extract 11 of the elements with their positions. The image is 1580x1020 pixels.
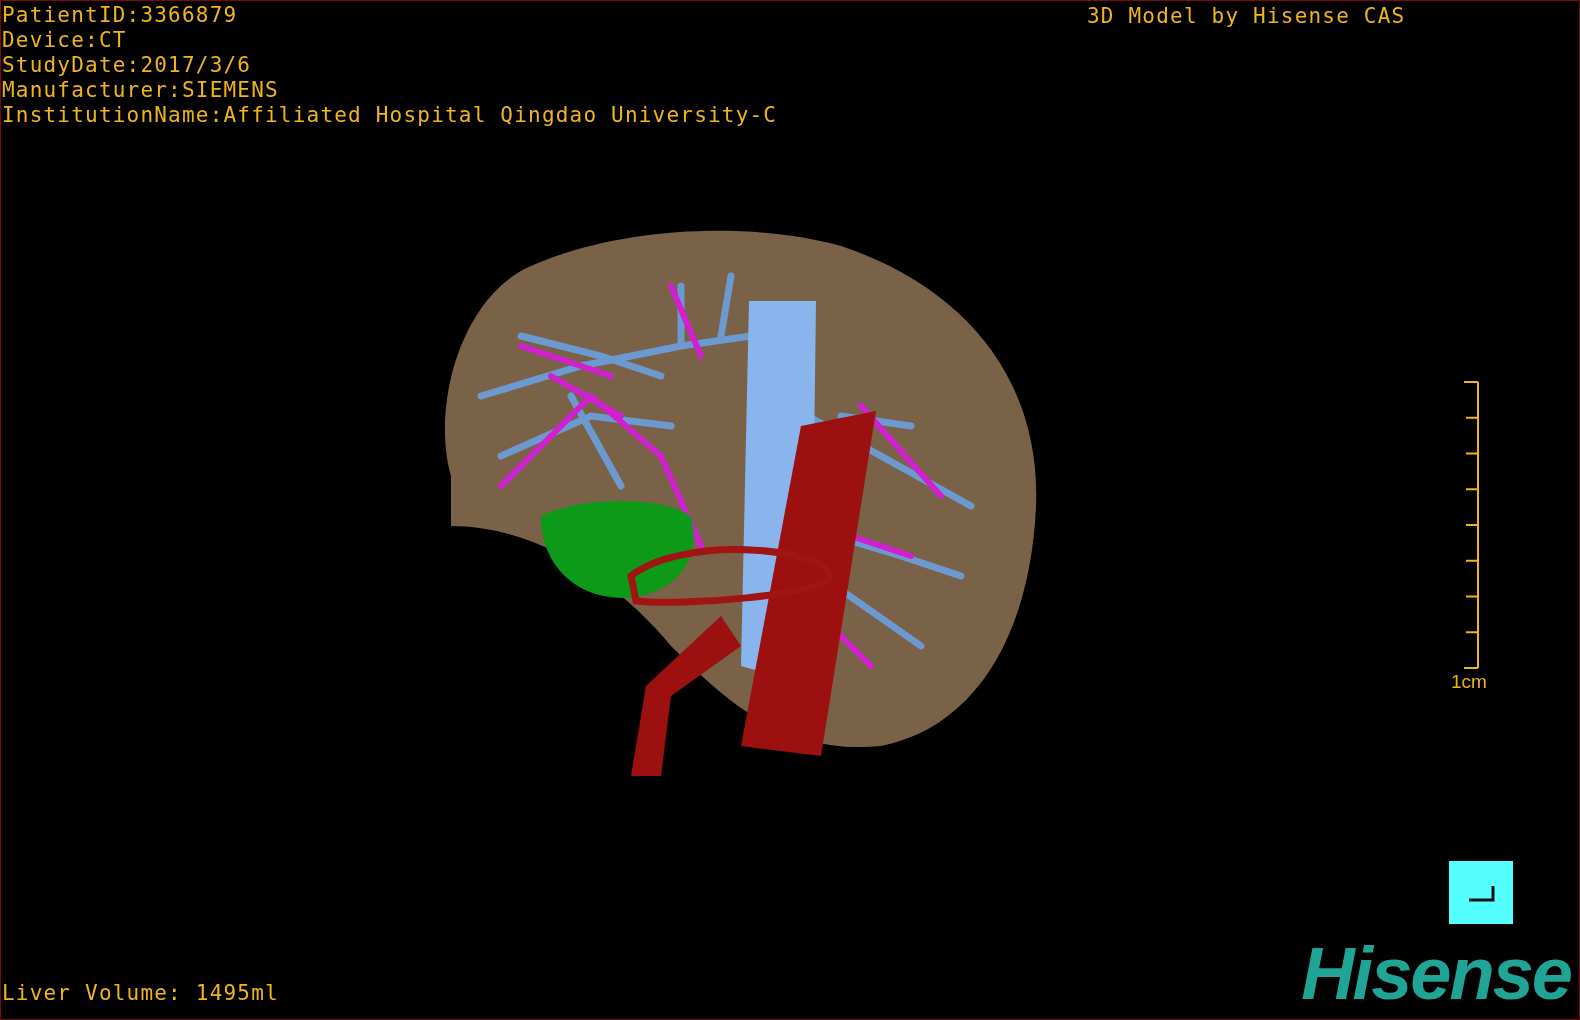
liver-volume-text: Liver Volume: 1495ml — [2, 981, 279, 1005]
scale-ruler-icon — [1462, 381, 1479, 671]
study-info-text: PatientID:3366879 — [2, 3, 239, 28]
study-info-text: InstitutionName:Affiliated Hospital Qingdao University-C — [2, 103, 778, 128]
credit-text: 3D Model by Hisense CAS — [1087, 4, 1406, 28]
logo-text: Hisense — [1301, 937, 1572, 1011]
study-info-text: Manufacturer:SIEMENS — [2, 78, 280, 103]
corner-button[interactable] — [1449, 861, 1513, 924]
scale-label: 1cm — [1451, 671, 1487, 693]
study-info-text: Device:CT — [2, 28, 128, 53]
study-info-text: StudyDate:2017/3/6 — [2, 53, 253, 78]
